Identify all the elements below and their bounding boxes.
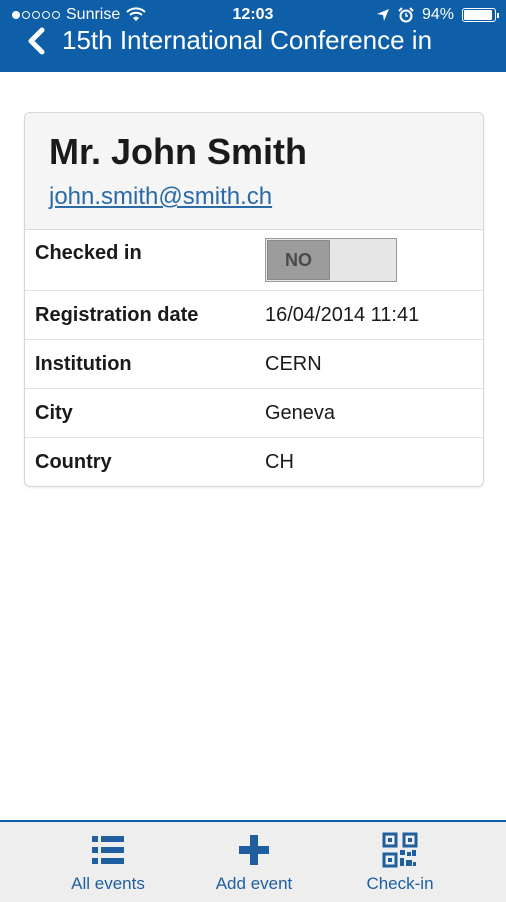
city-row: City Geneva bbox=[25, 388, 483, 437]
institution-row: Institution CERN bbox=[25, 339, 483, 388]
tab-label: Check-in bbox=[366, 874, 434, 893]
battery-percent: 94% bbox=[421, 6, 454, 23]
alarm-icon bbox=[398, 7, 414, 23]
nav-bar: 15th International Conference in bbox=[0, 24, 506, 64]
list-icon bbox=[92, 836, 124, 864]
registrant-name: Mr. John Smith bbox=[49, 131, 308, 172]
row-label: Institution bbox=[35, 352, 132, 375]
page-title: 15th International Conference in bbox=[62, 25, 433, 55]
registrant-email-link[interactable]: john.smith@smith.ch bbox=[49, 183, 272, 211]
battery-icon bbox=[462, 8, 499, 22]
row-label: Country bbox=[35, 450, 112, 473]
registrant-card: Mr. John Smith john.smith@smith.ch Check… bbox=[24, 112, 484, 487]
checked-in-toggle-state: NO bbox=[267, 240, 330, 280]
tab-add-event[interactable]: Add event bbox=[194, 832, 314, 894]
tab-all-events[interactable]: All events bbox=[48, 832, 168, 894]
row-value: 16/04/2014 11:41 bbox=[265, 303, 420, 326]
row-label: City bbox=[35, 401, 73, 424]
app-header: Sunrise 12:03 94% 15th International Con… bbox=[0, 0, 506, 72]
row-label: Registration date bbox=[35, 303, 199, 326]
tab-label: Add event bbox=[215, 874, 293, 893]
country-row: Country CH bbox=[25, 437, 483, 486]
registration-date-row: Registration date 16/04/2014 11:41 bbox=[25, 290, 483, 339]
details-table: Checked in NO Registration date 16/04/20… bbox=[25, 230, 483, 486]
checked-in-toggle[interactable]: NO bbox=[265, 238, 397, 282]
checked-in-label: Checked in bbox=[35, 242, 142, 264]
status-bar: Sunrise 12:03 94% bbox=[0, 4, 506, 26]
tab-check-in[interactable]: Check-in bbox=[340, 832, 460, 894]
plus-icon bbox=[239, 835, 269, 865]
row-value: CERN bbox=[265, 352, 322, 375]
row-value: Geneva bbox=[265, 401, 336, 424]
checked-in-row: Checked in NO bbox=[25, 230, 483, 290]
status-right: 94% bbox=[376, 4, 499, 26]
tab-label: All events bbox=[71, 874, 145, 893]
qr-code-icon bbox=[382, 832, 418, 868]
row-value: CH bbox=[265, 450, 294, 473]
bottom-tab-bar: All events Add event Check-in bbox=[0, 820, 506, 902]
registrant-header: Mr. John Smith john.smith@smith.ch bbox=[25, 113, 483, 230]
location-arrow-icon bbox=[376, 9, 389, 21]
back-chevron-icon[interactable] bbox=[22, 26, 52, 56]
